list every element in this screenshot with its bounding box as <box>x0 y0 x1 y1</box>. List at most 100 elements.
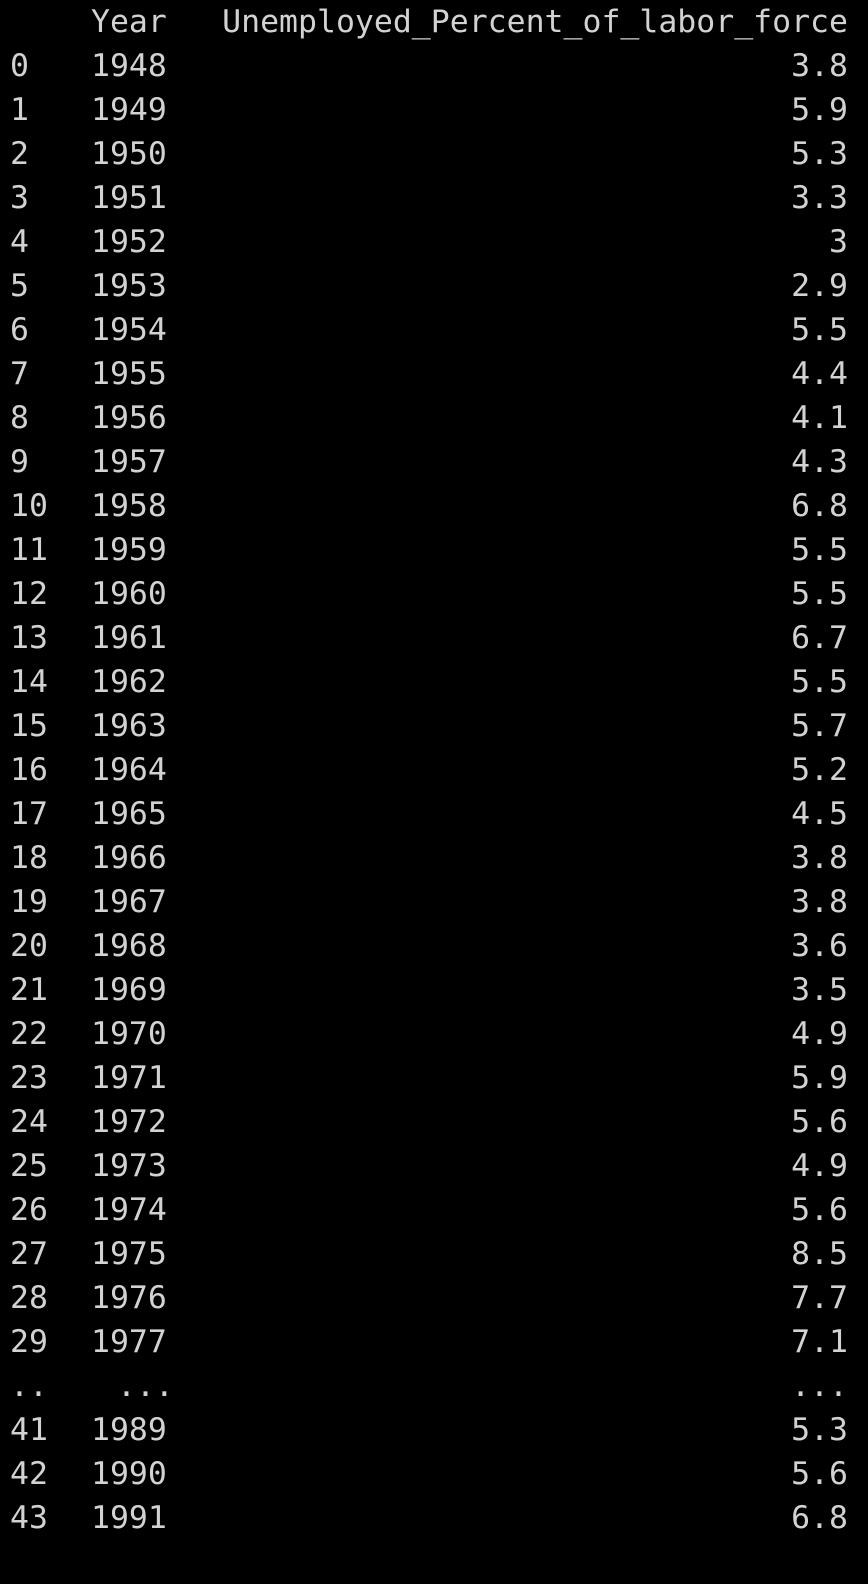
row-index: 7 <box>10 356 29 392</box>
row-index: 21 <box>10 972 48 1008</box>
row-index: 1 <box>10 92 29 128</box>
row-unemployed-percent: 5.7 <box>791 708 848 744</box>
row-index: 22 <box>10 1016 48 1052</box>
table-header: Year Unemployed_Percent_of_labor_force <box>0 0 868 44</box>
table-row: 3 1951 3.3 <box>0 176 868 220</box>
row-year: 1968 <box>91 928 167 964</box>
row-index: 17 <box>10 796 48 832</box>
table-row: 24 1972 5.6 <box>0 1100 868 1144</box>
row-unemployed-percent: 3 <box>829 224 848 260</box>
row-year: 1960 <box>91 576 167 612</box>
row-unemployed-percent: 3.8 <box>791 840 848 876</box>
row-index: 10 <box>10 488 48 524</box>
table-row: 0 1948 3.8 <box>0 44 868 88</box>
row-year: 1956 <box>91 400 167 436</box>
row-index: 4 <box>10 224 29 260</box>
row-index: 28 <box>10 1280 48 1316</box>
row-unemployed-percent: 2.9 <box>791 268 848 304</box>
table-row: 19 1967 3.8 <box>0 880 868 924</box>
row-unemployed-percent: 7.1 <box>791 1324 848 1360</box>
table-row: 5 1953 2.9 <box>0 264 868 308</box>
row-year: 1990 <box>91 1456 167 1492</box>
table-row: 12 1960 5.5 <box>0 572 868 616</box>
row-unemployed-percent: 8.5 <box>791 1236 848 1272</box>
row-index: 6 <box>10 312 29 348</box>
terminal-window: Year Unemployed_Percent_of_labor_force 0… <box>0 0 868 1536</box>
row-unemployed-percent: 5.6 <box>791 1192 848 1228</box>
row-year: 1967 <box>91 884 167 920</box>
row-index: 27 <box>10 1236 48 1272</box>
row-year: 1963 <box>91 708 167 744</box>
row-unemployed-percent: 3.5 <box>791 972 848 1008</box>
table-row: 22 1970 4.9 <box>0 1012 868 1056</box>
row-index: 24 <box>10 1104 48 1140</box>
row-unemployed-percent: 5.9 <box>791 1060 848 1096</box>
row-year: 1957 <box>91 444 167 480</box>
column-header-unemployed: Unemployed_Percent_of_labor_force <box>222 4 848 40</box>
row-index: 25 <box>10 1148 48 1184</box>
row-unemployed-percent: 7.7 <box>791 1280 848 1316</box>
ellipsis-index: .. <box>10 1368 48 1404</box>
table-row: 15 1963 5.7 <box>0 704 868 748</box>
table-row: 21 1969 3.5 <box>0 968 868 1012</box>
row-index: 19 <box>10 884 48 920</box>
row-index: 16 <box>10 752 48 788</box>
table-row: 9 1957 4.3 <box>0 440 868 484</box>
row-year: 1972 <box>91 1104 167 1140</box>
row-year: 1964 <box>91 752 167 788</box>
row-unemployed-percent: 5.2 <box>791 752 848 788</box>
ellipsis-value: ... <box>791 1368 848 1404</box>
table-row: 10 1958 6.8 <box>0 484 868 528</box>
table-row: 13 1961 6.7 <box>0 616 868 660</box>
table-row: 41 1989 5.3 <box>0 1408 868 1452</box>
row-unemployed-percent: 3.3 <box>791 180 848 216</box>
row-unemployed-percent: 3.8 <box>791 48 848 84</box>
row-unemployed-percent: 5.5 <box>791 664 848 700</box>
table-row: 29 1977 7.1 <box>0 1320 868 1364</box>
row-unemployed-percent: 5.5 <box>791 312 848 348</box>
table-row: 25 1973 4.9 <box>0 1144 868 1188</box>
row-unemployed-percent: 5.6 <box>791 1104 848 1140</box>
row-index: 9 <box>10 444 29 480</box>
table-row: 28 1976 7.7 <box>0 1276 868 1320</box>
row-unemployed-percent: 4.1 <box>791 400 848 436</box>
table-row: 18 1966 3.8 <box>0 836 868 880</box>
row-index: 41 <box>10 1412 48 1448</box>
row-year: 1977 <box>91 1324 167 1360</box>
row-index: 2 <box>10 136 29 172</box>
table-row: 11 1959 5.5 <box>0 528 868 572</box>
row-index: 15 <box>10 708 48 744</box>
row-year: 1950 <box>91 136 167 172</box>
row-index: 8 <box>10 400 29 436</box>
table-row: 17 1965 4.5 <box>0 792 868 836</box>
table-row: 23 1971 5.9 <box>0 1056 868 1100</box>
row-index: 29 <box>10 1324 48 1360</box>
table-row: 42 1990 5.6 <box>0 1452 868 1496</box>
row-year: 1952 <box>91 224 167 260</box>
row-unemployed-percent: 5.3 <box>791 136 848 172</box>
row-year: 1971 <box>91 1060 167 1096</box>
row-year: 1974 <box>91 1192 167 1228</box>
row-unemployed-percent: 4.5 <box>791 796 848 832</box>
table-row: 1 1949 5.9 <box>0 88 868 132</box>
row-unemployed-percent: 5.9 <box>791 92 848 128</box>
table-row: 26 1974 5.6 <box>0 1188 868 1232</box>
row-index: 18 <box>10 840 48 876</box>
row-year: 1965 <box>91 796 167 832</box>
row-year: 1958 <box>91 488 167 524</box>
row-unemployed-percent: 3.6 <box>791 928 848 964</box>
row-index: 23 <box>10 1060 48 1096</box>
row-index: 3 <box>10 180 29 216</box>
row-year: 1976 <box>91 1280 167 1316</box>
table-row: 20 1968 3.6 <box>0 924 868 968</box>
table-row: 4 1952 3 <box>0 220 868 264</box>
row-index: 26 <box>10 1192 48 1228</box>
row-year: 1951 <box>91 180 167 216</box>
row-year: 1989 <box>91 1412 167 1448</box>
table-row: 6 1954 5.5 <box>0 308 868 352</box>
row-year: 1966 <box>91 840 167 876</box>
row-year: 1973 <box>91 1148 167 1184</box>
row-year: 1962 <box>91 664 167 700</box>
row-year: 1975 <box>91 1236 167 1272</box>
row-index: 0 <box>10 48 29 84</box>
